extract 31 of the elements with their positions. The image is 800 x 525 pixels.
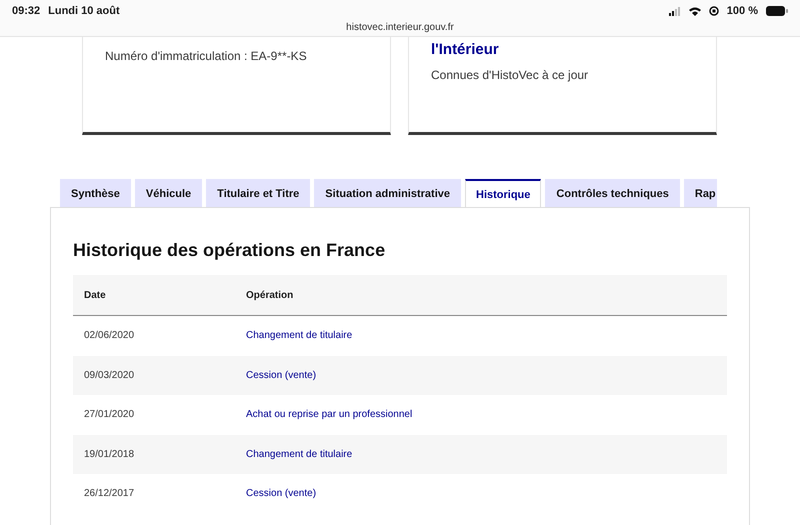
tab[interactable]: Rap xyxy=(684,179,717,207)
battery-icon xyxy=(766,6,788,16)
date-cell-text: 27/01/2020 xyxy=(84,409,136,420)
date-cell-text: 26/12/2017 xyxy=(84,488,136,500)
address-bar-url[interactable]: histovec.interieur.gouv.fr xyxy=(346,22,454,33)
wifi-icon xyxy=(688,6,701,16)
date-cell-text: 09/03/2020 xyxy=(84,370,136,381)
operation-link[interactable]: Changement de titulaire xyxy=(246,330,352,342)
date-cell-text: 19/01/2018 xyxy=(84,448,136,460)
operation-link[interactable]: Changement de titulaire xyxy=(246,448,352,460)
column-header: Opération xyxy=(246,290,294,300)
card-title: l'Intérieur xyxy=(431,41,500,58)
column-header: Date xyxy=(84,290,107,300)
status-time: 09:32 xyxy=(12,5,40,17)
tab[interactable]: Situation administrative xyxy=(314,179,461,207)
tab[interactable]: Véhicule xyxy=(134,179,202,207)
battery-percent: 100 % xyxy=(726,5,758,17)
status-date: Lundi 10 août xyxy=(48,5,120,17)
tab[interactable]: Titulaire et Titre xyxy=(206,179,310,207)
date-cell-text: 02/06/2020 xyxy=(84,330,136,342)
card-text: Connues d'HistoVec à ce jour xyxy=(431,68,590,82)
operation-link[interactable]: Cession (vente) xyxy=(246,370,316,381)
operation-link[interactable]: Achat ou reprise par un professionnel xyxy=(246,409,412,420)
tab[interactable]: Contrôles techniques xyxy=(545,179,680,207)
section-title: Historique des opérations en France xyxy=(73,240,386,261)
signal-icon xyxy=(668,6,681,16)
card-text: Numéro d'immatriculation : EA-9**-KS xyxy=(105,48,308,63)
tab[interactable]: Synthèse xyxy=(60,179,131,207)
tab[interactable]: Historique xyxy=(465,179,542,207)
orientation-lock-icon xyxy=(708,6,719,16)
operation-link[interactable]: Cession (vente) xyxy=(246,488,316,500)
